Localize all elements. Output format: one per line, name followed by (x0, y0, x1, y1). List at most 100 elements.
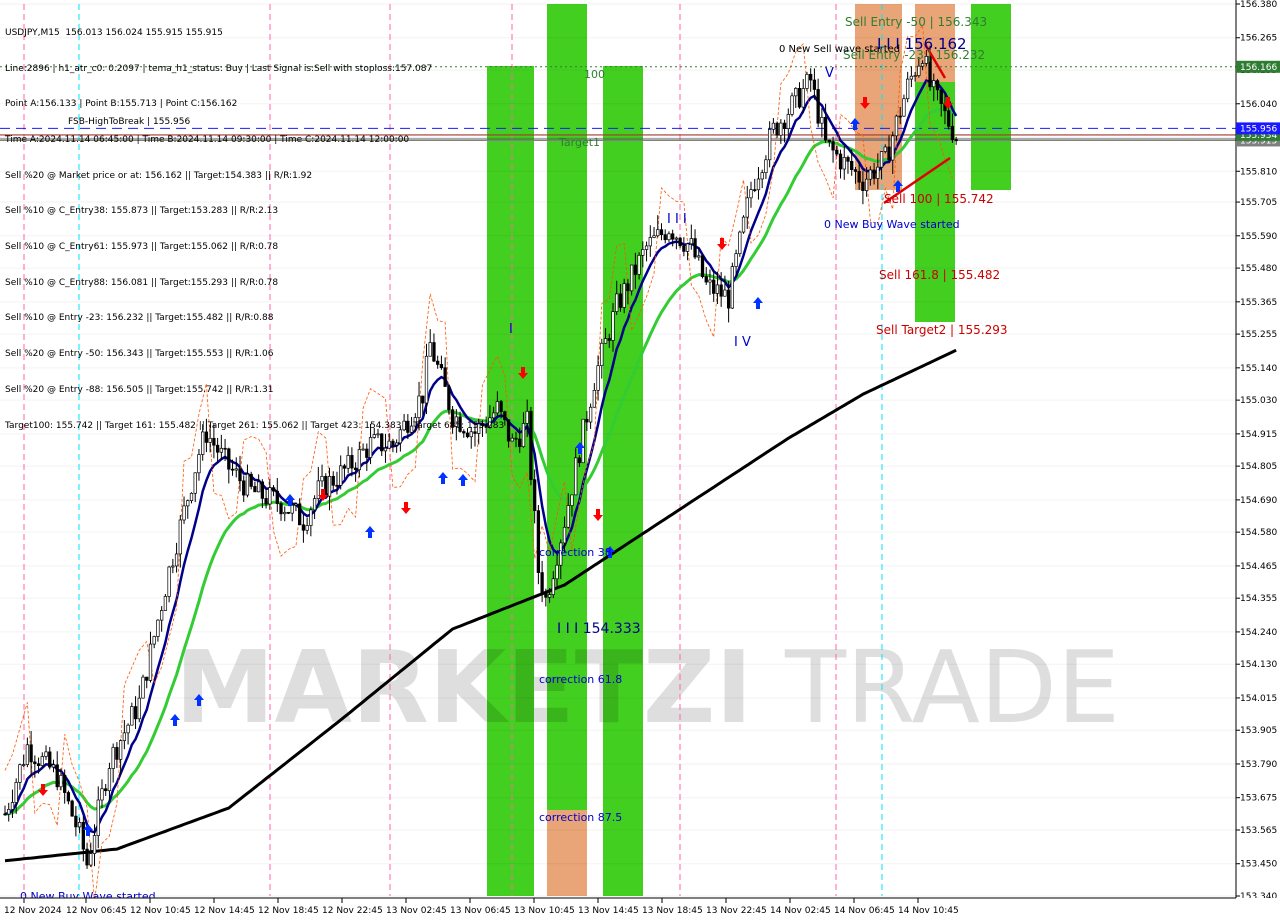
candle-body (514, 437, 518, 440)
chart-window[interactable]: MARKETZI TRADE Sell Entry -50 | 156.343 S… (0, 0, 1280, 920)
candle-body (10, 802, 15, 810)
candle-body (96, 799, 100, 836)
candle-body (678, 237, 682, 247)
candle-body (518, 438, 522, 447)
sell-target2: Sell Target2 | 155.293 (876, 323, 1008, 337)
candle-body (719, 284, 723, 297)
candle-body (726, 289, 731, 309)
price-tick-label: 156.040 (1240, 100, 1277, 110)
candle-body (835, 149, 839, 155)
candle-body (126, 724, 130, 734)
candle-body (242, 480, 246, 496)
candle-body (111, 747, 115, 769)
candle-body (741, 216, 746, 233)
candle-body (812, 79, 817, 90)
candle-body (659, 229, 664, 236)
candle-body (301, 524, 306, 531)
candle-body (644, 245, 649, 250)
price-tick-label: 154.805 (1240, 462, 1277, 472)
candle-body (708, 279, 712, 283)
candle-body (764, 159, 768, 173)
candle-body (868, 169, 873, 180)
candle-body (182, 505, 186, 521)
info-line: Sell %20 @ Entry -50: 156.343 || Target:… (5, 349, 274, 360)
candle-body (570, 494, 574, 506)
candle-body (906, 78, 910, 100)
price-tick-label: 154.240 (1240, 628, 1277, 638)
candle-body (850, 160, 854, 170)
label-100: 100 (584, 68, 605, 81)
candle-body (3, 813, 7, 816)
sell-arrow (593, 509, 603, 521)
info-line: Sell %10 @ C_Entry88: 156.081 || Target:… (5, 277, 279, 288)
candle-body (44, 751, 48, 757)
candle-body (506, 419, 511, 442)
info-line: Time A:2024.11.14 06:45:00 | Time B:2024… (5, 134, 410, 145)
info-line: USDJPY,M15 156.013 156.024 155.915 155.9… (5, 27, 223, 38)
candle-body (320, 476, 324, 482)
sell-arrow (717, 238, 727, 250)
candle-body (809, 73, 813, 81)
price-line-tag-label: 155.956 (1240, 124, 1277, 134)
candle-body (25, 744, 30, 765)
candle-body (18, 764, 22, 783)
candle-body (827, 139, 831, 143)
time-tick-label: 13 Nov 22:45 (706, 906, 767, 916)
time-tick-label: 14 Nov 10:45 (898, 906, 959, 916)
candle-body (603, 338, 608, 344)
candle-body (533, 479, 537, 512)
candle-body (831, 141, 835, 151)
info-line: Sell %20 @ Market price or at: 156.162 |… (5, 170, 313, 181)
candle-body (29, 744, 33, 763)
time-tick-label: 13 Nov 02:45 (386, 906, 447, 916)
price-tick-label: 153.905 (1240, 726, 1277, 736)
candle-body (186, 500, 190, 507)
candle-body (283, 511, 287, 515)
candle-body (525, 410, 529, 424)
candle-body (171, 565, 175, 568)
info-line: Line:2896 | h1_atr_c0: 0.2097 | tema_h1_… (5, 63, 433, 74)
candle-body (723, 289, 727, 297)
watermark: MARKETZI TRADE (175, 629, 1120, 746)
candle-body (689, 238, 693, 245)
candle-body (335, 484, 339, 487)
candle-body (838, 153, 843, 170)
candle-body (133, 706, 138, 720)
candle-body (712, 279, 716, 294)
candle-body (648, 237, 652, 247)
time-tick-label: 13 Nov 06:45 (450, 906, 511, 916)
sell-entry-50: Sell Entry -50 | 156.343 (845, 15, 987, 29)
time-tick-label: 12 Nov 2024 (4, 906, 62, 916)
wave-v: V (825, 66, 834, 81)
candle-body (697, 255, 701, 258)
candle-body (63, 774, 67, 793)
price-tick-label: 154.915 (1240, 430, 1277, 440)
candle-body (271, 487, 276, 492)
price-tick-label: 155.030 (1240, 396, 1277, 406)
candle-body (682, 245, 686, 252)
candle-body (607, 338, 611, 341)
time-axis: 12 Nov 2024 12 Nov 06:45 12 Nov 10:45 12 No… (0, 897, 1280, 920)
price-tick-label: 155.365 (1240, 298, 1277, 308)
candle-body (59, 774, 63, 788)
candle-body (932, 80, 936, 88)
buy-arrow (438, 472, 448, 484)
candle-body (238, 468, 242, 482)
candle-body (544, 593, 548, 598)
candle-body (879, 151, 884, 168)
candle-body (917, 65, 921, 76)
candle-body (118, 740, 123, 760)
info-line: Sell %10 @ C_Entry38: 155.873 || Target:… (5, 206, 279, 217)
time-tick-label: 13 Nov 14:45 (578, 906, 639, 916)
candle-body (939, 89, 943, 104)
time-tick-label: 12 Nov 14:45 (194, 906, 255, 916)
candle-body (954, 139, 958, 142)
price-tick-label: 154.580 (1240, 528, 1277, 538)
candle-body (555, 564, 559, 580)
candle-body (510, 437, 514, 442)
candle-body (70, 800, 74, 817)
sell-arrow (401, 502, 411, 514)
candle-body (51, 764, 56, 768)
candle-body (786, 114, 790, 129)
candle-body (950, 125, 955, 141)
